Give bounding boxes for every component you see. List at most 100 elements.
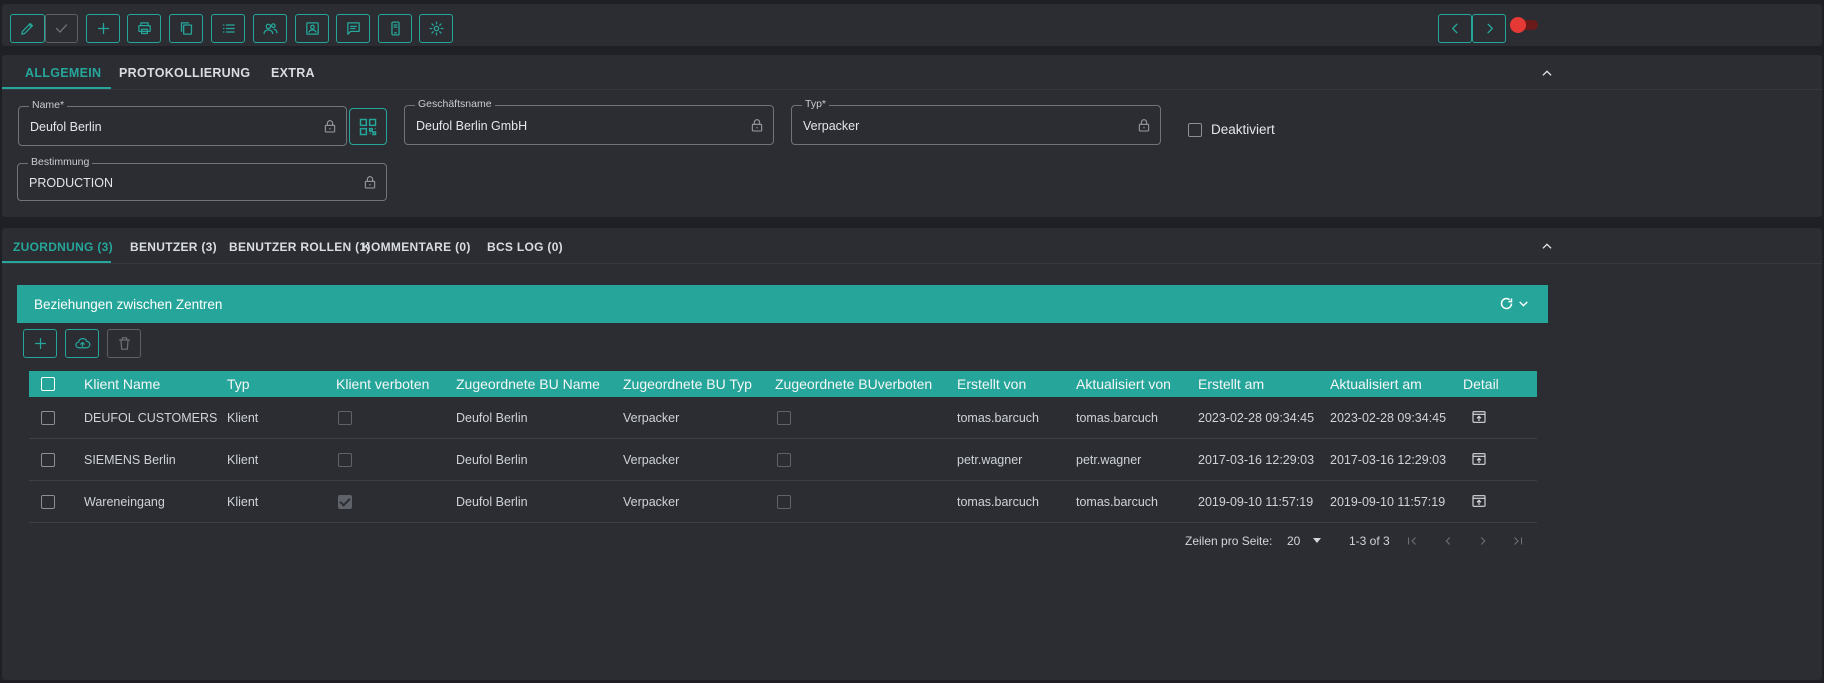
open-detail-icon[interactable] [1471,493,1487,509]
row-divider [29,522,1537,523]
prev-page-icon[interactable] [1441,534,1455,548]
refresh-icon[interactable] [1499,296,1514,311]
cell-erstellt-von: petr.wagner [957,453,1023,467]
delete-button[interactable] [107,329,141,358]
tab-kommentare[interactable]: KOMMENTARE (0) [362,240,471,254]
cell-klient-name: DEUFOL CUSTOMERS [84,411,218,425]
contact-card-icon [305,22,319,35]
tab-allgemein[interactable]: ALLGEMEIN [25,66,101,80]
tab-zuordnung[interactable]: ZUORDNUNG (3) [13,240,113,254]
cell-bu-verboten-checkbox [777,411,791,425]
typ-field[interactable]: Typ* Verpacker [791,98,1161,145]
print-button[interactable] [127,14,161,43]
cell-bu-typ: Verpacker [623,453,680,467]
tab-protokollierung[interactable]: PROTOKOLLIERUNG [119,66,250,80]
qr-code-button[interactable] [349,108,387,145]
tab-extra[interactable]: EXTRA [271,66,315,80]
users-button[interactable] [253,14,287,43]
page-range: 1-3 of 3 [1349,534,1390,548]
tab-benutzer-rollen[interactable]: BENUTZER ROLLEN (1) [229,240,371,254]
lock-icon [749,116,765,134]
geschaeftsname-value: Deufol Berlin GmbH [416,119,528,133]
tab-bcs-log[interactable]: BCS LOG (0) [487,240,563,254]
cell-klient-verboten-checkbox [338,411,352,425]
collapse-general-icon[interactable] [1540,66,1554,80]
cell-bu-verboten-checkbox [777,453,791,467]
last-page-icon[interactable] [1511,534,1525,548]
rows-per-page-label: Zeilen pro Seite: [1185,534,1273,548]
bestimmung-field[interactable]: Bestimmung PRODUCTION [17,156,387,201]
cell-bu-name: Deufol Berlin [456,453,528,467]
col-detail[interactable]: Detail [1463,376,1499,392]
typ-value: Verpacker [803,119,860,133]
col-klient-name[interactable]: Klient Name [84,376,160,392]
contact-button[interactable] [295,14,329,43]
prev-record-button[interactable] [1438,14,1472,43]
rows-per-page-dropdown-icon[interactable] [1313,538,1321,543]
comment-icon [346,22,360,35]
cell-typ: Klient [227,411,259,425]
cell-erstellt-von: tomas.barcuch [957,411,1039,425]
cell-klient-name: SIEMENS Berlin [84,453,176,467]
col-aktualisiert-am[interactable]: Aktualisiert am [1330,376,1422,392]
col-erstellt-von[interactable]: Erstellt von [957,376,1026,392]
mobile-icon [390,21,400,36]
edit-button[interactable] [10,14,45,43]
row-select-checkbox[interactable] [41,411,55,425]
next-record-button[interactable] [1472,14,1506,43]
copy-button[interactable] [169,14,203,43]
plus-icon [34,337,46,350]
col-aktualisiert-von[interactable]: Aktualisiert von [1076,376,1171,392]
confirm-button[interactable] [45,14,78,43]
row-select-checkbox[interactable] [41,495,55,509]
col-klient-verboten[interactable]: Klient verboten [336,376,429,392]
check-icon [55,24,68,33]
select-all-checkbox[interactable] [41,377,55,391]
open-detail-icon[interactable] [1471,409,1487,425]
cell-klient-name: Wareneingang [84,495,165,509]
col-erstellt-am[interactable]: Erstellt am [1198,376,1264,392]
chevron-down-icon[interactable] [1517,297,1530,310]
name-label: Name* [29,99,68,111]
cell-erstellt-am: 2019-09-10 11:57:19 [1198,495,1314,509]
comment-button[interactable] [336,14,370,43]
col-bu-name[interactable]: Zugeordnete BU Name [456,376,600,392]
row-select-checkbox[interactable] [41,453,55,467]
printer-icon [137,22,151,35]
section-title: Beziehungen zwischen Zentren [34,297,223,312]
geschaeftsname-label: Geschäftsname [415,98,495,110]
mobile-button[interactable] [378,14,412,43]
name-value: Deufol Berlin [30,120,102,134]
geschaeftsname-field[interactable]: Geschäftsname Deufol Berlin GmbH [404,98,774,145]
cell-erstellt-am: 2017-03-16 12:29:03 [1198,453,1315,467]
cell-aktualisiert-am: 2019-09-10 11:57:19 [1330,495,1446,509]
settings-button[interactable] [419,14,453,43]
collapse-relations-icon[interactable] [1540,239,1554,253]
relations-divider [2,263,1822,264]
cell-bu-typ: Verpacker [623,495,680,509]
list-button[interactable] [211,14,245,43]
deaktiviert-checkbox[interactable] [1188,123,1202,137]
cell-typ: Klient [227,453,259,467]
plus-icon [97,22,109,35]
section-header [17,285,1548,323]
name-field[interactable]: Name* Deufol Berlin [18,99,347,146]
col-typ[interactable]: Typ [227,376,250,392]
cell-aktualisiert-am: 2023-02-28 09:34:45 [1330,411,1447,425]
cell-aktualisiert-am: 2017-03-16 12:29:03 [1330,453,1447,467]
rows-per-page-select[interactable]: 20 [1287,534,1300,548]
first-page-icon[interactable] [1405,534,1419,548]
status-toggle[interactable] [1510,17,1538,33]
trash-icon [118,337,130,350]
col-bu-verboten[interactable]: Zugeordnete BUverboten [775,376,932,392]
open-detail-icon[interactable] [1471,451,1487,467]
bestimmung-value: PRODUCTION [29,176,114,190]
next-page-icon[interactable] [1476,534,1490,548]
col-bu-typ[interactable]: Zugeordnete BU Typ [623,376,752,392]
upload-button[interactable] [65,329,99,358]
tab-benutzer[interactable]: BENUTZER (3) [130,240,217,254]
chevron-right-icon [1486,23,1493,34]
cell-bu-name: Deufol Berlin [456,495,528,509]
add-relation-button[interactable] [23,329,57,358]
add-button[interactable] [86,14,120,43]
